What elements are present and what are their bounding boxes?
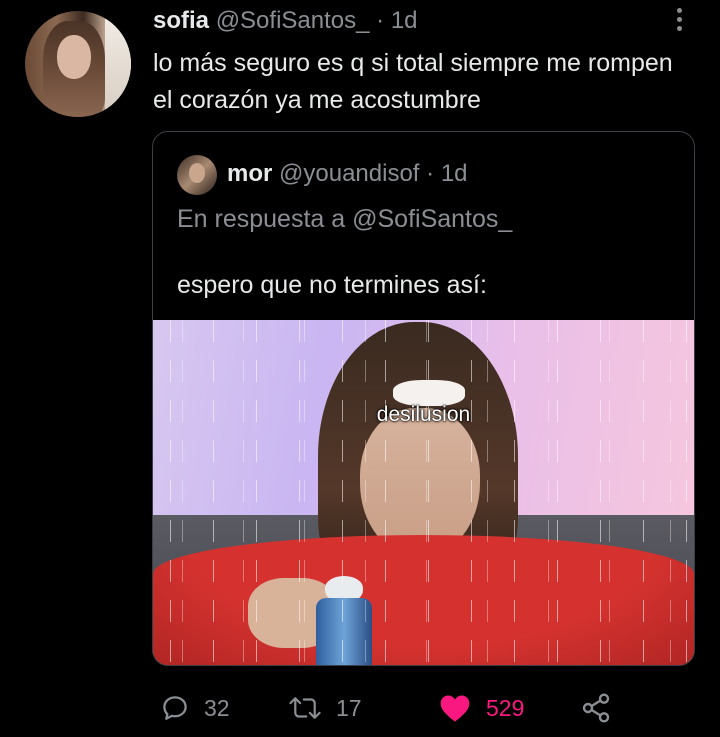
media-rain-overlay bbox=[153, 320, 694, 665]
heart-icon bbox=[438, 693, 472, 723]
quoted-separator: · bbox=[426, 160, 435, 187]
quoted-tweet[interactable]: mor @youandisof · 1d En respuesta a @Sof… bbox=[152, 131, 695, 666]
retweet-button[interactable]: 17 bbox=[288, 688, 362, 728]
reply-count: 32 bbox=[204, 694, 230, 721]
reply-icon bbox=[160, 693, 190, 723]
quoted-author-avatar[interactable] bbox=[177, 155, 217, 195]
retweet-count: 17 bbox=[336, 694, 362, 721]
reply-context: En respuesta a @SofiSantos_ bbox=[177, 205, 513, 233]
share-button[interactable] bbox=[580, 688, 612, 728]
share-icon bbox=[580, 692, 612, 724]
tweet-header: sofia @SofiSantos_ · 1d bbox=[153, 6, 418, 36]
author-name[interactable]: sofia bbox=[153, 7, 209, 34]
quoted-media-image[interactable]: desilusion bbox=[153, 320, 694, 665]
like-count: 529 bbox=[486, 694, 525, 721]
reply-button[interactable]: 32 bbox=[160, 688, 230, 728]
avatar-background bbox=[105, 11, 131, 117]
avatar-face bbox=[57, 35, 91, 79]
quoted-author-handle[interactable]: @youandisof bbox=[279, 160, 419, 187]
quoted-author-name[interactable]: mor bbox=[227, 160, 272, 187]
like-button[interactable]: 529 bbox=[438, 688, 524, 728]
quoted-tweet-text: espero que no termines así: bbox=[177, 271, 487, 299]
author-handle[interactable]: @SofiSantos_ bbox=[216, 7, 370, 34]
separator: · bbox=[376, 7, 385, 34]
more-options-icon[interactable] bbox=[674, 8, 684, 32]
tweet-text: lo más seguro es q si total siempre me r… bbox=[153, 49, 673, 114]
quoted-tweet-time[interactable]: 1d bbox=[441, 160, 468, 187]
tweet-actions: 32 17 529 bbox=[152, 688, 693, 728]
retweet-icon bbox=[288, 693, 322, 723]
profile-avatar[interactable] bbox=[25, 11, 131, 117]
tweet-time[interactable]: 1d bbox=[391, 7, 418, 34]
media-caption: desilusion bbox=[376, 403, 471, 426]
quoted-tweet-header: mor @youandisof · 1d bbox=[227, 157, 468, 191]
